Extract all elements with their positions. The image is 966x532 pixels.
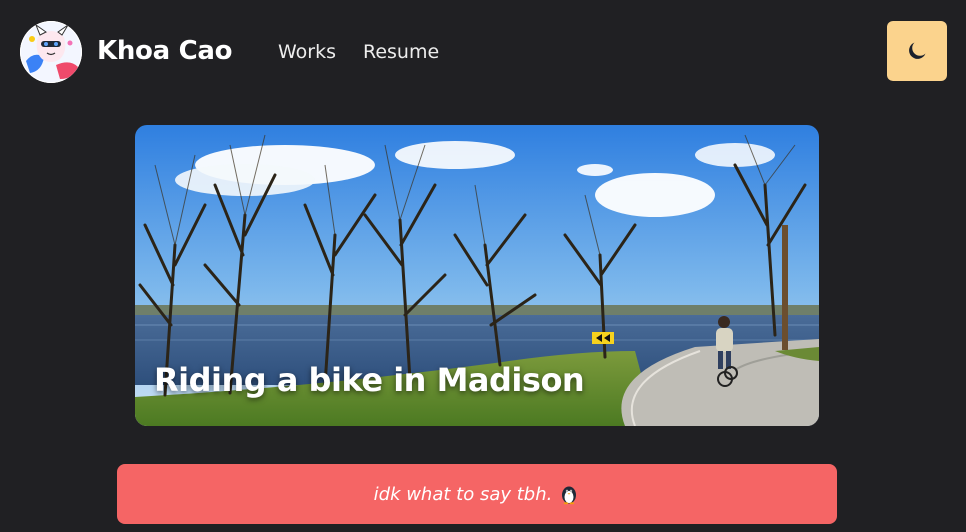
theme-toggle-button[interactable] xyxy=(887,21,947,81)
intro-banner: idk what to say tbh. xyxy=(117,464,837,524)
moon-icon xyxy=(909,42,926,59)
nav-link-resume[interactable]: Resume xyxy=(363,39,439,65)
hero-image-card[interactable]: Riding a bike in Madison xyxy=(135,125,819,426)
site-title[interactable]: Khoa Cao xyxy=(97,34,233,68)
hero-caption: Riding a bike in Madison xyxy=(154,361,585,399)
header: Khoa Cao Works Resume xyxy=(0,0,966,105)
nav-link-works[interactable]: Works xyxy=(278,39,336,65)
avatar[interactable] xyxy=(20,21,82,83)
page: Khoa Cao Works Resume Riding a bike in M… xyxy=(0,0,966,532)
banner-text: idk what to say tbh. xyxy=(373,483,553,505)
avatar-illustration-icon xyxy=(20,21,82,83)
penguin-icon xyxy=(558,483,580,505)
